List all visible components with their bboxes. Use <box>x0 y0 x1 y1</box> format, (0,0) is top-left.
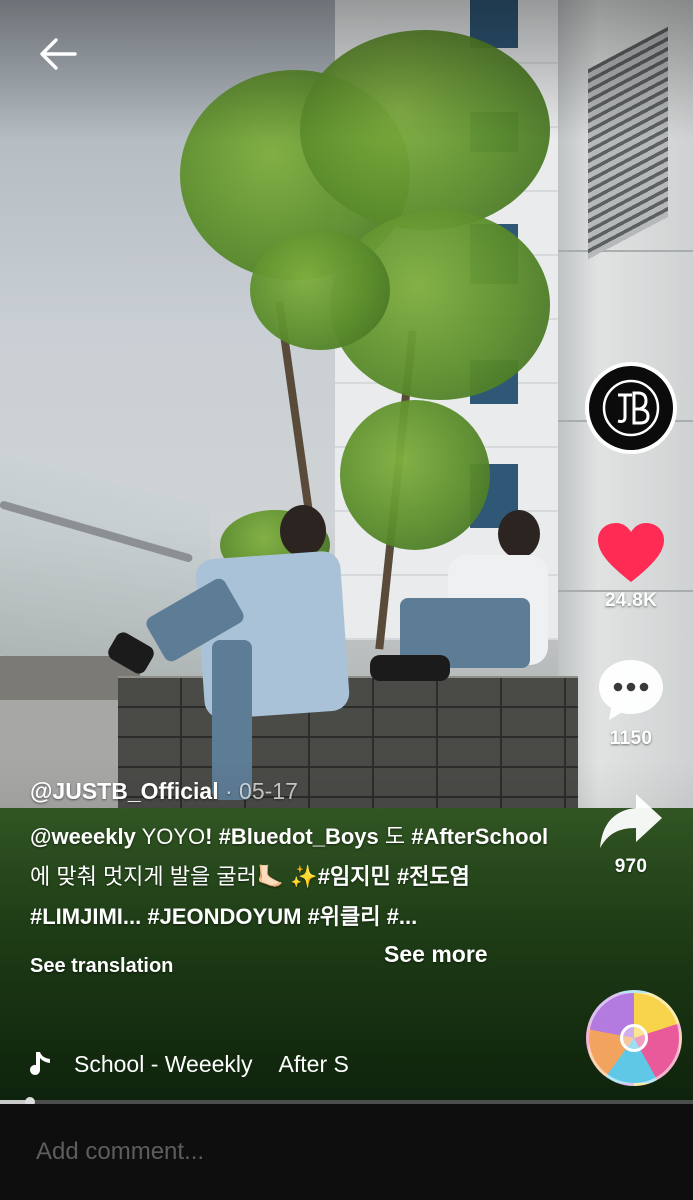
music-track-repeat: After S <box>278 1050 349 1077</box>
description-text: 도 <box>378 824 412 849</box>
music-note-icon <box>30 1052 50 1075</box>
description-tag[interactable]: #LIMJIMI... <box>30 904 141 929</box>
music-track-name[interactable]: School - Weeekly After S <box>74 1051 374 1078</box>
back-button[interactable] <box>34 30 82 78</box>
description-tag[interactable]: #위클리 <box>308 904 381 929</box>
heart-icon <box>598 523 664 582</box>
author-avatar[interactable] <box>585 362 677 454</box>
author-name[interactable]: @JUSTB_Official <box>30 778 219 804</box>
like-button[interactable]: 24.8K <box>596 522 666 612</box>
person-shoe <box>370 655 450 681</box>
share-arrow-icon <box>600 794 662 848</box>
music-track-text: School - Weeekly <box>74 1050 253 1077</box>
music-disc[interactable] <box>586 990 682 1086</box>
arrow-left-icon <box>40 38 77 70</box>
video-description: @weeekly YOYO! #Bluedot_Boys 도 #AfterSch… <box>30 817 570 937</box>
person-head <box>280 505 326 557</box>
comment-input[interactable] <box>36 1138 636 1166</box>
tree-canopy <box>340 400 490 550</box>
share-count: 970 <box>614 856 648 877</box>
description-text: 🦶🏻 ✨ <box>256 864 318 889</box>
panel-line <box>558 250 693 252</box>
video-caption: @JUSTB_Official · 05-17 @weeekly YOYO! #… <box>30 778 570 978</box>
see-translation-button[interactable]: See translation <box>30 955 570 978</box>
speech-bubble-icon <box>599 660 663 720</box>
description-text: 에 맞춰 멋지게 발을 굴러 <box>30 864 257 889</box>
share-button[interactable]: 970 <box>598 792 664 878</box>
top-shade <box>0 0 693 140</box>
action-column: 24.8K 1150 970 <box>583 362 679 878</box>
description-tag[interactable]: #AfterSchool <box>411 824 548 849</box>
comment-count: 1150 <box>609 728 653 749</box>
description-tag[interactable]: #JEONDOYUM <box>147 904 301 929</box>
tree-canopy <box>250 230 390 350</box>
disc-center <box>620 1024 648 1052</box>
description-tag[interactable]: @weeekly <box>30 824 136 849</box>
description-tag[interactable]: #임지민 <box>318 864 391 889</box>
date-separator: · <box>218 778 240 804</box>
comment-button[interactable]: 1150 <box>597 658 665 750</box>
description-tag[interactable]: #Bluedot_Boys <box>219 824 379 849</box>
author-line: @JUSTB_Official · 05-17 <box>30 778 570 805</box>
like-count: 24.8K <box>604 590 658 611</box>
see-more-button[interactable]: See more <box>384 941 488 968</box>
description-tag[interactable]: #... <box>387 904 418 929</box>
description-tag[interactable]: ! <box>205 824 218 849</box>
music-row[interactable]: School - Weeekly After S <box>30 1046 374 1082</box>
post-date: 05-17 <box>239 778 298 804</box>
person-head <box>498 510 540 558</box>
description-text: YOYO <box>135 824 206 849</box>
jb-logo <box>589 366 673 450</box>
comment-bar <box>0 1104 693 1200</box>
description-tag[interactable]: #전도염 <box>397 864 470 889</box>
